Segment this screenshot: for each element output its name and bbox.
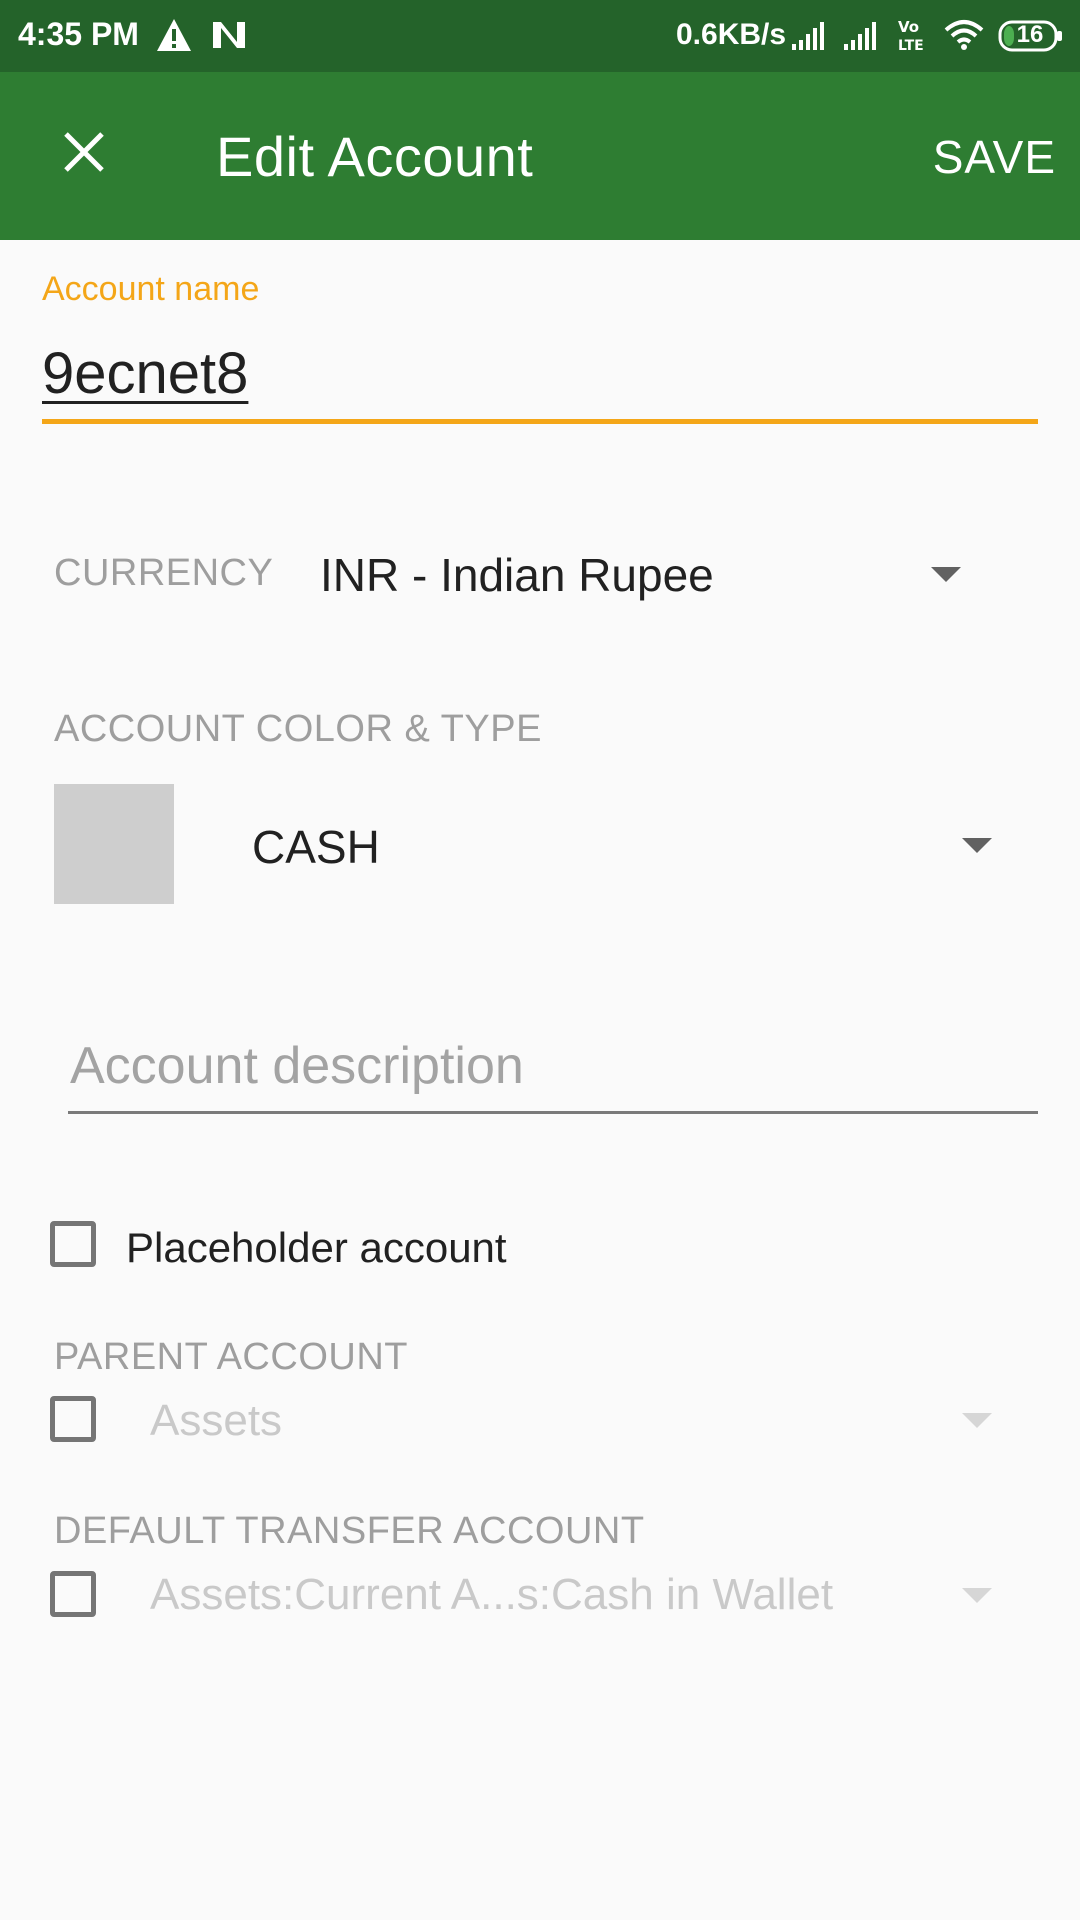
svg-text:Vo: Vo [898, 18, 919, 36]
parent-account-label: PARENT ACCOUNT [54, 1336, 408, 1378]
close-icon [64, 132, 104, 172]
volte-icon: Vo LTE [898, 18, 924, 54]
default-transfer-checkbox[interactable] [50, 1571, 96, 1617]
wifi-icon [944, 20, 984, 50]
account-type-dropdown-arrow-icon[interactable] [962, 838, 992, 853]
parent-account-checkbox[interactable] [50, 1396, 96, 1442]
account-name-label: Account name [42, 270, 260, 308]
signal-icon [844, 22, 876, 50]
close-button[interactable] [46, 114, 122, 190]
app-bar: Edit Account SAVE [0, 72, 1080, 240]
default-transfer-dropdown-arrow-icon[interactable] [962, 1588, 992, 1603]
currency-dropdown-arrow-icon[interactable] [931, 567, 961, 582]
parent-account-dropdown-arrow-icon[interactable] [962, 1413, 992, 1428]
placeholder-account-checkbox[interactable] [50, 1221, 96, 1267]
warning-icon [157, 19, 191, 51]
placeholder-account-label: Placeholder account [126, 1224, 507, 1271]
account-type-select[interactable]: CASH [252, 820, 380, 874]
description-underline [68, 1111, 1038, 1114]
network-speed: 0.6KB/s [676, 18, 787, 51]
currency-select[interactable]: INR - Indian Rupee [320, 548, 714, 602]
battery-level: 16 [1016, 21, 1044, 48]
page-title: Edit Account [216, 125, 534, 188]
n-icon [213, 22, 245, 48]
svg-text:LTE: LTE [898, 38, 924, 54]
status-bar: 4:35 PM 0.6KB/s Vo LTE 16 [0, 0, 1080, 72]
color-type-label: ACCOUNT COLOR & TYPE [54, 708, 542, 750]
account-description-input[interactable]: Account description [70, 1036, 524, 1096]
default-transfer-select[interactable]: Assets:Current A...s:Cash in Wallet [150, 1570, 833, 1620]
save-button[interactable]: SAVE [933, 130, 1056, 184]
account-color-picker[interactable] [54, 784, 174, 904]
account-name-input[interactable]: 9ecnet8 [42, 340, 248, 407]
status-time: 4:35 PM [18, 16, 139, 52]
signal-icon [792, 22, 824, 50]
parent-account-select[interactable]: Assets [150, 1396, 282, 1446]
account-name-underline [42, 419, 1038, 424]
currency-label: CURRENCY [54, 552, 274, 594]
default-transfer-label: DEFAULT TRANSFER ACCOUNT [54, 1510, 645, 1552]
